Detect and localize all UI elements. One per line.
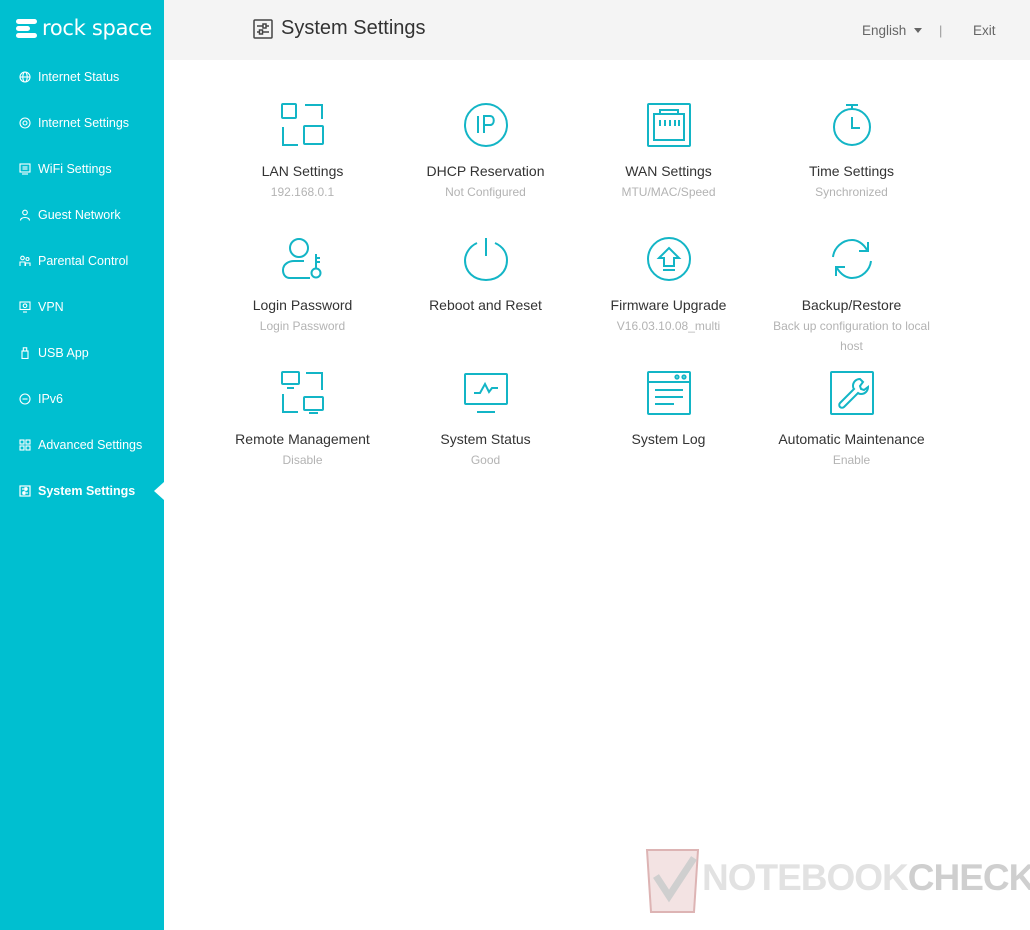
tile-title: LAN Settings [261, 163, 344, 179]
tile-title: Backup/Restore [801, 297, 902, 313]
tile-remote-management[interactable]: Remote Management Disable [211, 370, 394, 470]
lan-icon [280, 103, 324, 146]
sliders-icon [18, 485, 31, 498]
language-select[interactable]: English [862, 23, 923, 38]
usb-icon [18, 347, 31, 360]
vpn-icon [18, 301, 31, 314]
settings-grid: LAN Settings 192.168.0.1 DHCP Reservatio… [211, 98, 944, 478]
power-icon [463, 238, 508, 282]
ipv6-icon [18, 393, 31, 406]
language-label: English [862, 23, 907, 38]
tile-status: V16.03.10.08_multi [616, 319, 721, 333]
tile-status: Enable [832, 453, 871, 467]
sidebar-item-usb-app[interactable]: USB App [0, 330, 164, 376]
tile-status: Disable [282, 453, 323, 467]
grid-icon [18, 439, 31, 452]
wrench-icon [829, 371, 874, 415]
tile-time-settings[interactable]: Time Settings Synchronized [760, 102, 943, 202]
tile-status: Good [470, 453, 501, 467]
tile-status: MTU/MAC/Speed [621, 185, 716, 199]
tile-title: Firmware Upgrade [610, 297, 727, 313]
sidebar-item-vpn[interactable]: VPN [0, 284, 164, 330]
tile-firmware-upgrade[interactable]: Firmware Upgrade V16.03.10.08_multi [577, 236, 760, 336]
sidebar-item-internet-status[interactable]: Internet Status [0, 54, 164, 100]
tile-title: Login Password [252, 297, 353, 313]
family-icon [18, 255, 31, 268]
sidebar-item-label: VPN [38, 300, 64, 314]
user-key-icon [281, 238, 321, 279]
sidebar-item-guest-network[interactable]: Guest Network [0, 192, 164, 238]
sidebar-item-system-settings[interactable]: System Settings [0, 468, 164, 514]
page-title: System Settings [281, 17, 426, 39]
log-icon [646, 371, 691, 415]
watermark-text-a: NOTEBOOK [702, 857, 909, 898]
tile-title: WAN Settings [625, 163, 712, 179]
page-title-group: System Settings [253, 17, 426, 40]
tile-wan-settings[interactable]: WAN Settings MTU/MAC/Speed [577, 102, 760, 202]
sidebar-nav: Internet Status Internet Settings WiFi S… [0, 54, 164, 514]
tile-status: 192.168.0.1 [270, 185, 335, 199]
ethernet-port-icon [646, 103, 691, 147]
globe-icon [18, 71, 31, 84]
wifi-icon [18, 163, 31, 176]
watermark-text: NOTEBOOKCHECK [702, 857, 1030, 899]
sidebar-item-internet-settings[interactable]: Internet Settings [0, 100, 164, 146]
upgrade-icon [646, 237, 691, 281]
logo-mark-icon [16, 18, 37, 39]
sidebar-item-label: Advanced Settings [38, 438, 143, 452]
sidebar-item-label: WiFi Settings [38, 162, 112, 176]
sidebar-item-label: System Settings [38, 484, 136, 498]
tile-title: Automatic Maintenance [778, 431, 925, 447]
sidebar-item-wifi-settings[interactable]: WiFi Settings [0, 146, 164, 192]
exit-link[interactable]: Exit [973, 23, 996, 38]
tile-dhcp-reservation[interactable]: DHCP Reservation Not Configured [394, 102, 577, 202]
sidebar-item-label: USB App [38, 346, 89, 360]
network-icon [18, 117, 31, 130]
notebookcheck-watermark: NOTEBOOKCHECK [644, 846, 1030, 916]
chevron-down-icon [914, 28, 923, 33]
tile-title: System Status [440, 431, 531, 447]
sidebar-item-label: Internet Status [38, 70, 120, 84]
checkmark-logo-icon [645, 849, 700, 913]
tile-lan-settings[interactable]: LAN Settings 192.168.0.1 [211, 102, 394, 202]
tile-reboot-and-reset[interactable]: Reboot and Reset [394, 236, 577, 316]
tile-title: Reboot and Reset [429, 297, 542, 313]
ip-icon [463, 103, 508, 147]
tile-system-status[interactable]: System Status Good [394, 370, 577, 470]
tile-title: DHCP Reservation [426, 163, 545, 179]
watermark-text-b: CHECK [907, 857, 1030, 898]
brand-name: rock space [42, 16, 153, 40]
header-divider: | [939, 23, 943, 38]
tile-status: Back up configuration to local host [773, 319, 930, 353]
guest-icon [18, 209, 31, 222]
tile-backup-restore[interactable]: Backup/Restore Back up configuration to … [760, 236, 943, 356]
sidebar-item-ipv6[interactable]: IPv6 [0, 376, 164, 422]
tile-status: Synchronized [815, 185, 888, 199]
tile-login-password[interactable]: Login Password Login Password [211, 236, 394, 336]
sidebar-item-label: Internet Settings [38, 116, 130, 130]
sidebar-item-label: Guest Network [38, 208, 121, 222]
tile-title: System Log [631, 431, 706, 447]
tile-title: Time Settings [808, 163, 895, 179]
top-header: System Settings English | Exit [164, 0, 1030, 60]
tile-automatic-maintenance[interactable]: Automatic Maintenance Enable [760, 370, 943, 470]
sidebar-item-advanced-settings[interactable]: Advanced Settings [0, 422, 164, 468]
tile-system-log[interactable]: System Log [577, 370, 760, 450]
sidebar-item-parental-control[interactable]: Parental Control [0, 238, 164, 284]
sidebar-item-label: Parental Control [38, 254, 129, 268]
sidebar: rock space Internet Status Internet Sett… [0, 0, 164, 930]
tile-status: Login Password [259, 319, 346, 333]
rock-space-logo[interactable]: rock space [16, 16, 152, 40]
stopwatch-icon [832, 104, 871, 146]
remote-icon [280, 371, 324, 414]
sliders-icon [253, 18, 273, 39]
monitor-icon [463, 373, 508, 413]
tile-title: Remote Management [235, 431, 370, 447]
sidebar-item-label: IPv6 [38, 392, 64, 406]
sync-icon [831, 238, 872, 280]
tile-status: Not Configured [445, 185, 526, 199]
